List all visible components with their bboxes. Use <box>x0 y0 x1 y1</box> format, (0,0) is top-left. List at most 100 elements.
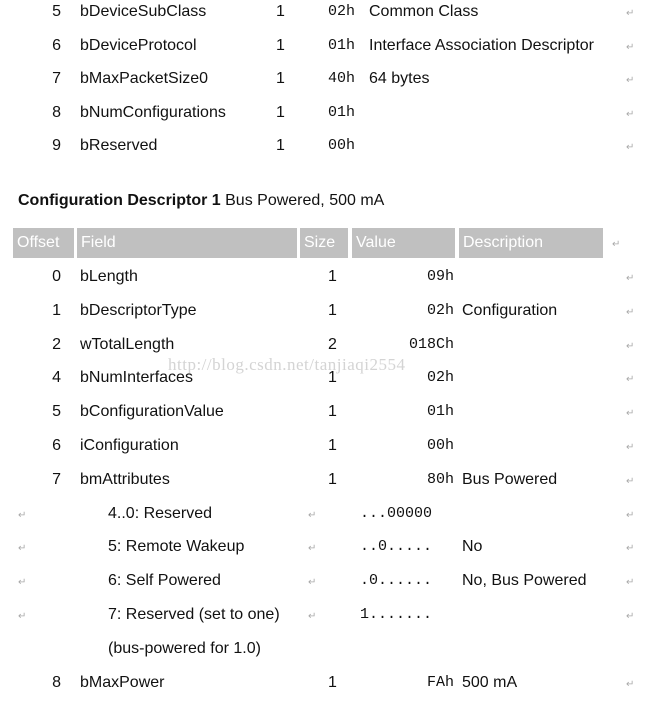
return-mark-icon: ↵ <box>626 611 635 622</box>
value-cell: 02h <box>426 301 454 319</box>
description-cell: Interface Association Descriptor <box>369 36 594 54</box>
field-cell: bDeviceSubClass <box>80 3 207 20</box>
size-cell: 1 <box>328 301 337 319</box>
return-mark-icon: ↵ <box>626 41 635 53</box>
bit-value-cell: 1....... <box>360 606 433 623</box>
value-cell: 02h <box>328 3 356 20</box>
return-mark-icon: ↵ <box>626 75 635 87</box>
return-mark-icon: ↵ <box>626 509 635 521</box>
header-description: Description <box>459 228 603 258</box>
description-cell: No, Bus Powered <box>462 572 587 590</box>
field-cell: bmAttributes <box>80 470 170 488</box>
value-cell: 01h <box>328 36 356 54</box>
return-mark-icon: ↵ <box>308 611 317 622</box>
size-cell: 1 <box>328 470 337 488</box>
return-mark-icon: ↵ <box>18 543 27 555</box>
offset-cell: 7 <box>52 470 61 488</box>
offset-cell: 7 <box>52 70 61 88</box>
bit-value-cell: ...00000 <box>360 504 433 522</box>
return-mark-icon: ↵ <box>626 306 635 318</box>
bit-field-cell: 7: Reserved (set to one) <box>108 606 280 623</box>
return-mark-icon: ↵ <box>626 577 635 589</box>
value-cell: FAh <box>426 673 454 691</box>
bit-value-cell: .0...... <box>360 572 433 590</box>
description-cell: 64 bytes <box>369 70 430 88</box>
size-cell: 1 <box>328 403 337 421</box>
size-cell: 1 <box>276 103 285 121</box>
return-mark-icon: ↵ <box>18 509 27 521</box>
value-cell: 00h <box>328 137 356 155</box>
offset-cell: 6 <box>52 36 61 54</box>
heading-title: Configuration Descriptor 1 <box>18 192 221 209</box>
header-size: Size <box>300 228 348 258</box>
field-continuation: (bus-powered for 1.0) <box>108 639 261 657</box>
size-cell: 2 <box>328 335 337 353</box>
offset-cell: 4 <box>52 369 61 387</box>
field-cell: bMaxPacketSize0 <box>80 70 209 88</box>
value-cell: 00h <box>426 437 454 454</box>
description-cell: 500 mA <box>462 673 518 691</box>
section-heading: Configuration Descriptor 1 Bus Powered, … <box>18 191 384 211</box>
return-mark-icon: ↵ <box>626 543 635 555</box>
offset-cell: 8 <box>52 673 61 691</box>
field-cell: iConfiguration <box>80 437 179 454</box>
field-cell: bReserved <box>80 137 158 155</box>
return-mark-icon: ↵ <box>626 340 635 352</box>
return-mark-icon: ↵ <box>18 577 27 589</box>
value-cell: 80h <box>426 470 454 488</box>
value-cell: 01h <box>426 403 454 421</box>
bit-value-cell: ..0..... <box>360 538 433 556</box>
offset-cell: 2 <box>52 335 61 353</box>
return-mark-icon: ↵ <box>626 678 635 690</box>
bit-field-cell: 5: Remote Wakeup <box>108 538 245 556</box>
description-cell: No <box>462 538 483 556</box>
field-cell: bConfigurationValue <box>80 403 224 421</box>
return-mark-icon: ↵ <box>308 543 317 555</box>
offset-cell: 1 <box>52 301 61 319</box>
size-cell: 1 <box>328 673 337 691</box>
size-cell: 1 <box>276 137 285 155</box>
description-cell: Configuration <box>462 301 558 319</box>
watermark: http://blog.csdn.net/tanjiaqi2554 <box>168 355 406 374</box>
size-cell: 1 <box>276 3 285 20</box>
description-cell: Common Class <box>369 3 479 20</box>
size-cell: 1 <box>328 437 337 454</box>
size-cell: 1 <box>328 268 337 285</box>
return-mark-icon: ↵ <box>626 273 635 284</box>
return-mark-icon: ↵ <box>308 577 317 589</box>
heading-subtitle: Bus Powered, 500 mA <box>220 192 385 209</box>
bit-field-cell: 6: Self Powered <box>108 572 221 590</box>
field-cell: wTotalLength <box>80 335 175 353</box>
bit-field-cell: 4..0: Reserved <box>108 504 213 522</box>
return-mark-icon: ↵ <box>308 509 317 521</box>
offset-cell: 0 <box>52 268 61 285</box>
header-offset: Offset <box>13 228 74 258</box>
return-mark-icon: ↵ <box>626 108 635 120</box>
field-cell: bNumConfigurations <box>80 103 226 121</box>
return-mark-icon: ↵ <box>626 442 635 453</box>
header-field: Field <box>77 228 297 258</box>
description-cell: Bus Powered <box>462 470 558 488</box>
return-mark-icon: ↵ <box>18 611 27 622</box>
field-cell: bMaxPower <box>80 673 165 691</box>
offset-cell: 8 <box>52 103 61 121</box>
return-mark-icon: ↵ <box>626 475 635 487</box>
size-cell: 1 <box>276 70 285 88</box>
offset-cell: 6 <box>52 437 61 454</box>
field-cell: bLength <box>80 268 138 285</box>
offset-cell: 5 <box>52 3 61 20</box>
return-mark-icon: ↵ <box>626 408 635 420</box>
value-cell: 09h <box>426 268 454 285</box>
field-cell: bDescriptorType <box>80 301 197 319</box>
return-mark-icon: ↵ <box>612 239 621 250</box>
value-cell: 01h <box>328 103 356 121</box>
offset-cell: 5 <box>52 403 61 421</box>
return-mark-icon: ↵ <box>626 8 635 19</box>
return-mark-icon: ↵ <box>626 142 635 154</box>
field-cell: bDeviceProtocol <box>80 36 197 54</box>
size-cell: 1 <box>276 36 285 54</box>
offset-cell: 9 <box>52 137 61 155</box>
value-cell: 018Ch <box>408 335 454 353</box>
header-value: Value <box>352 228 455 258</box>
value-cell: 40h <box>328 70 356 88</box>
